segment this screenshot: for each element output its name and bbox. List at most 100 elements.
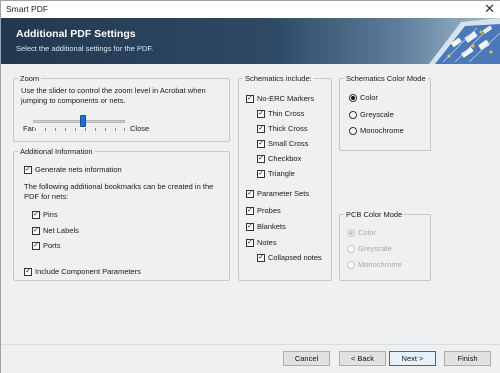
- checkbox-marker-label: Checkbox: [268, 154, 302, 163]
- pins-label: Pins: [43, 210, 58, 219]
- slider-tick: [45, 128, 46, 131]
- notes-label: Notes: [257, 238, 277, 247]
- checkmark-icon: ✓: [24, 267, 32, 276]
- zoom-slider-thumb[interactable]: [80, 115, 86, 127]
- net-labels-checkbox[interactable]: ✓ Net Labels: [32, 226, 79, 235]
- cancel-button[interactable]: Cancel: [283, 351, 330, 366]
- radio-unselected-icon: [347, 244, 355, 253]
- checkmark-icon: ✓: [257, 169, 265, 178]
- zoom-far-label: Far: [23, 124, 35, 133]
- include-component-parameters-checkbox[interactable]: ✓ Include Component Parameters: [24, 267, 141, 276]
- schematics-monochrome-label: Monochrome: [360, 126, 404, 135]
- thin-cross-label: Thin Cross: [268, 109, 305, 118]
- probes-label: Probes: [257, 206, 281, 215]
- parameter-sets-checkbox[interactable]: ✓ Parameter Sets: [246, 189, 309, 198]
- checkmark-icon: ✓: [257, 109, 265, 118]
- schematics-color-radio[interactable]: Color: [349, 93, 378, 102]
- slider-tick: [75, 128, 76, 131]
- probes-checkbox[interactable]: ✓ Probes: [246, 206, 281, 215]
- generate-nets-checkbox[interactable]: ✓ Generate nets information: [24, 165, 122, 174]
- wizard-content: Zoom Use the slider to control the zoom …: [1, 64, 500, 344]
- checkmark-icon: ✓: [246, 189, 254, 198]
- back-button[interactable]: < Back: [339, 351, 386, 366]
- zoom-group: Zoom: [13, 74, 230, 142]
- no-erc-markers-label: No-ERC Markers: [257, 94, 315, 103]
- triangle-checkbox[interactable]: ✓ Triangle: [257, 169, 295, 178]
- schematics-color-mode-legend: Schematics Color Mode: [346, 74, 426, 83]
- pcb-color-radio: Color: [347, 228, 376, 237]
- checkmark-icon: ✓: [257, 139, 265, 148]
- schematics-greyscale-radio[interactable]: Greyscale: [349, 110, 394, 119]
- small-cross-checkbox[interactable]: ✓ Small Cross: [257, 139, 308, 148]
- schematics-color-label: Color: [360, 93, 378, 102]
- checkmark-icon: ✓: [246, 238, 254, 247]
- include-component-parameters-label: Include Component Parameters: [35, 267, 141, 276]
- notes-checkbox[interactable]: ✓ Notes: [246, 238, 277, 247]
- schematics-monochrome-radio[interactable]: Monochrome: [349, 126, 404, 135]
- blankets-label: Blankets: [257, 222, 286, 231]
- close-icon[interactable]: ✕: [484, 2, 495, 16]
- pcb-color-label: Color: [358, 228, 376, 237]
- window-title: Smart PDF: [6, 4, 49, 14]
- checkmark-icon: ✓: [257, 253, 265, 262]
- next-button[interactable]: Next >: [389, 351, 436, 366]
- checkmark-icon: ✓: [246, 206, 254, 215]
- small-cross-label: Small Cross: [268, 139, 309, 148]
- checkmark-icon: ✓: [246, 222, 254, 231]
- blankets-checkbox[interactable]: ✓ Blankets: [246, 222, 286, 231]
- slider-tick: [55, 128, 56, 131]
- slider-tick: [105, 128, 106, 131]
- parameter-sets-label: Parameter Sets: [257, 189, 310, 198]
- thick-cross-label: Thick Cross: [268, 124, 308, 133]
- radio-selected-icon: [347, 228, 355, 237]
- pins-checkbox[interactable]: ✓ Pins: [32, 210, 58, 219]
- radio-unselected-icon: [347, 260, 355, 269]
- pcb-monochrome-label: Monochrome: [358, 260, 402, 269]
- page-subtitle: Select the additional settings for the P…: [16, 44, 154, 53]
- no-erc-markers-checkbox[interactable]: ✓ No-ERC Markers: [246, 94, 314, 103]
- ports-label: Ports: [43, 241, 61, 250]
- zoom-slider-track[interactable]: [33, 120, 125, 123]
- collapsed-notes-label: Collapsed notes: [268, 253, 322, 262]
- zoom-legend: Zoom: [20, 74, 40, 83]
- pcb-monochrome-radio: Monochrome: [347, 260, 402, 269]
- wizard-footer: Cancel < Back Next > Finish: [1, 344, 500, 373]
- checkmark-icon: ✓: [246, 94, 254, 103]
- schematics-include-legend: Schematics include:: [245, 74, 312, 83]
- finish-button[interactable]: Finish: [444, 351, 491, 366]
- schematics-greyscale-label: Greyscale: [360, 110, 394, 119]
- thin-cross-checkbox[interactable]: ✓ Thin Cross: [257, 109, 304, 118]
- radio-selected-icon: [349, 93, 357, 102]
- checkmark-icon: ✓: [32, 241, 40, 250]
- slider-tick: [124, 128, 125, 131]
- circuit-board-art-icon: [421, 18, 500, 64]
- slider-tick: [115, 128, 116, 131]
- bookmarks-description: The following additional bookmarks can b…: [24, 182, 214, 201]
- checkmark-icon: ✓: [24, 165, 32, 174]
- slider-tick: [95, 128, 96, 131]
- slider-tick: [65, 128, 66, 131]
- zoom-description: Use the slider to control the zoom level…: [21, 86, 206, 105]
- collapsed-notes-checkbox[interactable]: ✓ Collapsed notes: [257, 253, 322, 262]
- radio-unselected-icon: [349, 110, 357, 119]
- title-bar: Smart PDF ✕: [1, 1, 500, 18]
- thick-cross-checkbox[interactable]: ✓ Thick Cross: [257, 124, 308, 133]
- ports-checkbox[interactable]: ✓ Ports: [32, 241, 61, 250]
- checkmark-icon: ✓: [32, 210, 40, 219]
- wizard-header: Additional PDF Settings Select the addit…: [1, 18, 500, 64]
- slider-tick: [35, 128, 36, 131]
- zoom-close-label: Close: [130, 124, 150, 133]
- additional-information-legend: Additional Information: [20, 147, 93, 156]
- net-labels-label: Net Labels: [43, 226, 79, 235]
- radio-unselected-icon: [349, 126, 357, 135]
- checkmark-icon: ✓: [257, 154, 265, 163]
- checkbox-marker-checkbox[interactable]: ✓ Checkbox: [257, 154, 301, 163]
- pcb-color-mode-legend: PCB Color Mode: [346, 210, 403, 219]
- checkmark-icon: ✓: [32, 226, 40, 235]
- triangle-label: Triangle: [268, 169, 295, 178]
- slider-tick: [85, 128, 86, 131]
- pcb-greyscale-label: Greyscale: [358, 244, 392, 253]
- page-title: Additional PDF Settings: [16, 28, 136, 40]
- smart-pdf-window: Smart PDF ✕ Additional PDF Settings Sele…: [0, 0, 500, 373]
- generate-nets-label: Generate nets information: [35, 165, 122, 174]
